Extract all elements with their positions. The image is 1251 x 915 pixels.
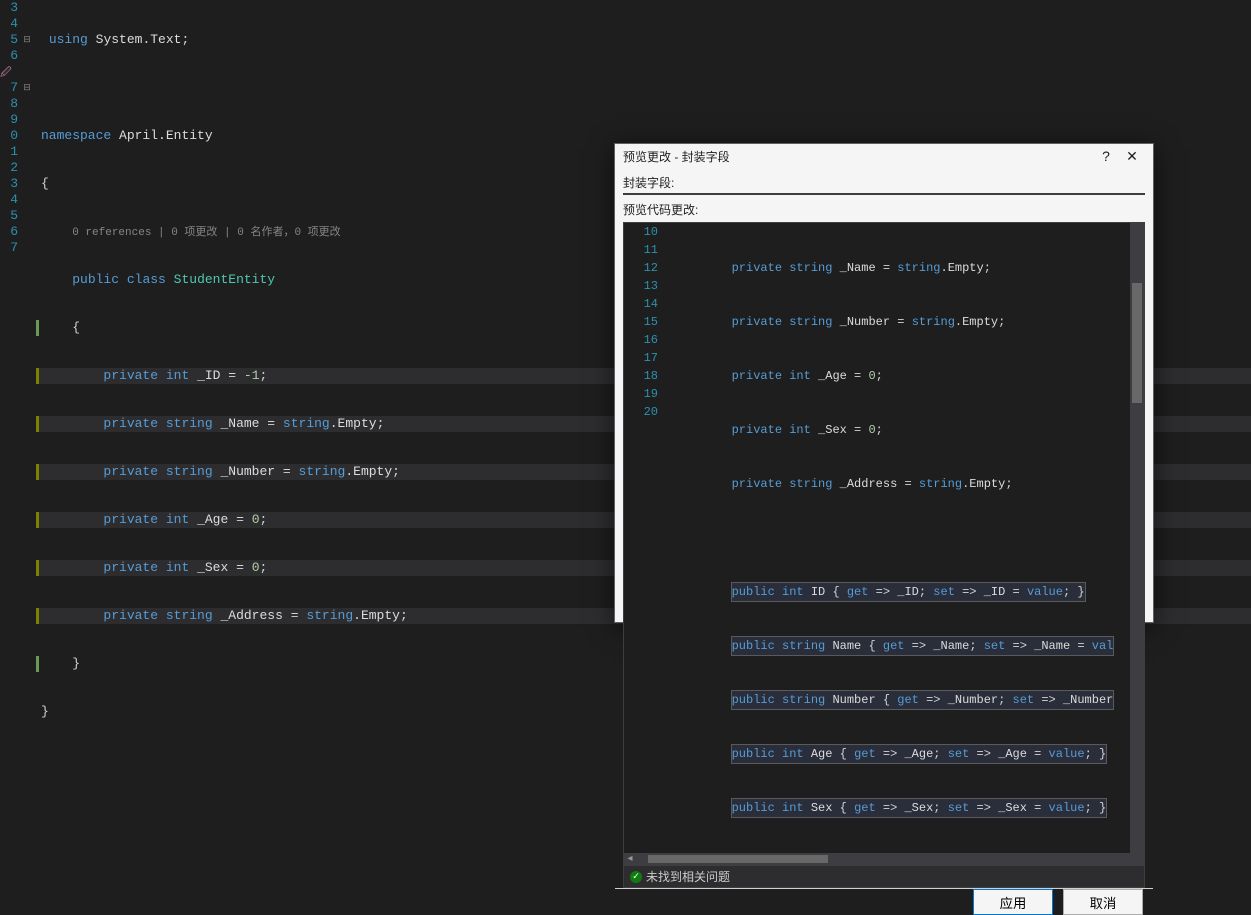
preview-vertical-scrollbar[interactable] — [1130, 223, 1144, 865]
preview-code-area[interactable]: private string _Name = string.Empty; pri… — [664, 223, 1144, 853]
status-text: 未找到相关问题 — [646, 868, 730, 885]
cancel-button[interactable]: 取消 — [1063, 889, 1143, 915]
refactor-icon[interactable]: 🖉 — [0, 64, 14, 78]
codelens[interactable]: 0 references | 0 项更改 | 0 名作者，0 项更改 — [72, 227, 340, 239]
help-button[interactable]: ? — [1093, 144, 1119, 168]
dialog-title: 预览更改 - 封装字段 — [623, 148, 1093, 165]
close-button[interactable]: ✕ — [1119, 144, 1145, 168]
apply-button[interactable]: 应用 — [973, 889, 1053, 915]
scroll-thumb[interactable] — [1132, 283, 1142, 403]
dialog-titlebar[interactable]: 预览更改 - 封装字段 ? ✕ — [615, 144, 1153, 168]
encapsulate-fields-label: 封装字段: — [615, 168, 1153, 193]
preview-line-gutter: 10 11 12 13 14 15 16 17 18 19 20 — [624, 223, 664, 853]
changes-tree[interactable]: ▾ ◆ April.Entity.StudentEntity._Address … — [623, 193, 1145, 195]
fold-gutter[interactable]: ⊟ ⊟ — [22, 0, 32, 639]
tree-node-field[interactable]: ▾ ◆ April.Entity.StudentEntity._Address — [624, 194, 1144, 195]
preview-code-changes-label: 预览代码更改: — [615, 195, 1153, 220]
code-preview[interactable]: 10 11 12 13 14 15 16 17 18 19 20 private… — [623, 222, 1145, 888]
ok-icon: ✓ — [630, 871, 642, 883]
preview-horizontal-scrollbar[interactable]: ◂ ▸ — [624, 853, 1144, 865]
dialog-buttons: 应用 取消 — [615, 888, 1153, 915]
scroll-left-icon[interactable]: ◂ — [624, 853, 636, 865]
scroll-thumb[interactable] — [648, 855, 828, 863]
line-number-gutter: 3 4 5 6 7 8 9 0 1 2 3 4 5 6 7 — [0, 0, 22, 639]
preview-changes-dialog: 预览更改 - 封装字段 ? ✕ 封装字段: ▾ ◆ April.Entity.S… — [614, 143, 1154, 623]
preview-status-bar: ✓ 未找到相关问题 — [624, 865, 1144, 887]
